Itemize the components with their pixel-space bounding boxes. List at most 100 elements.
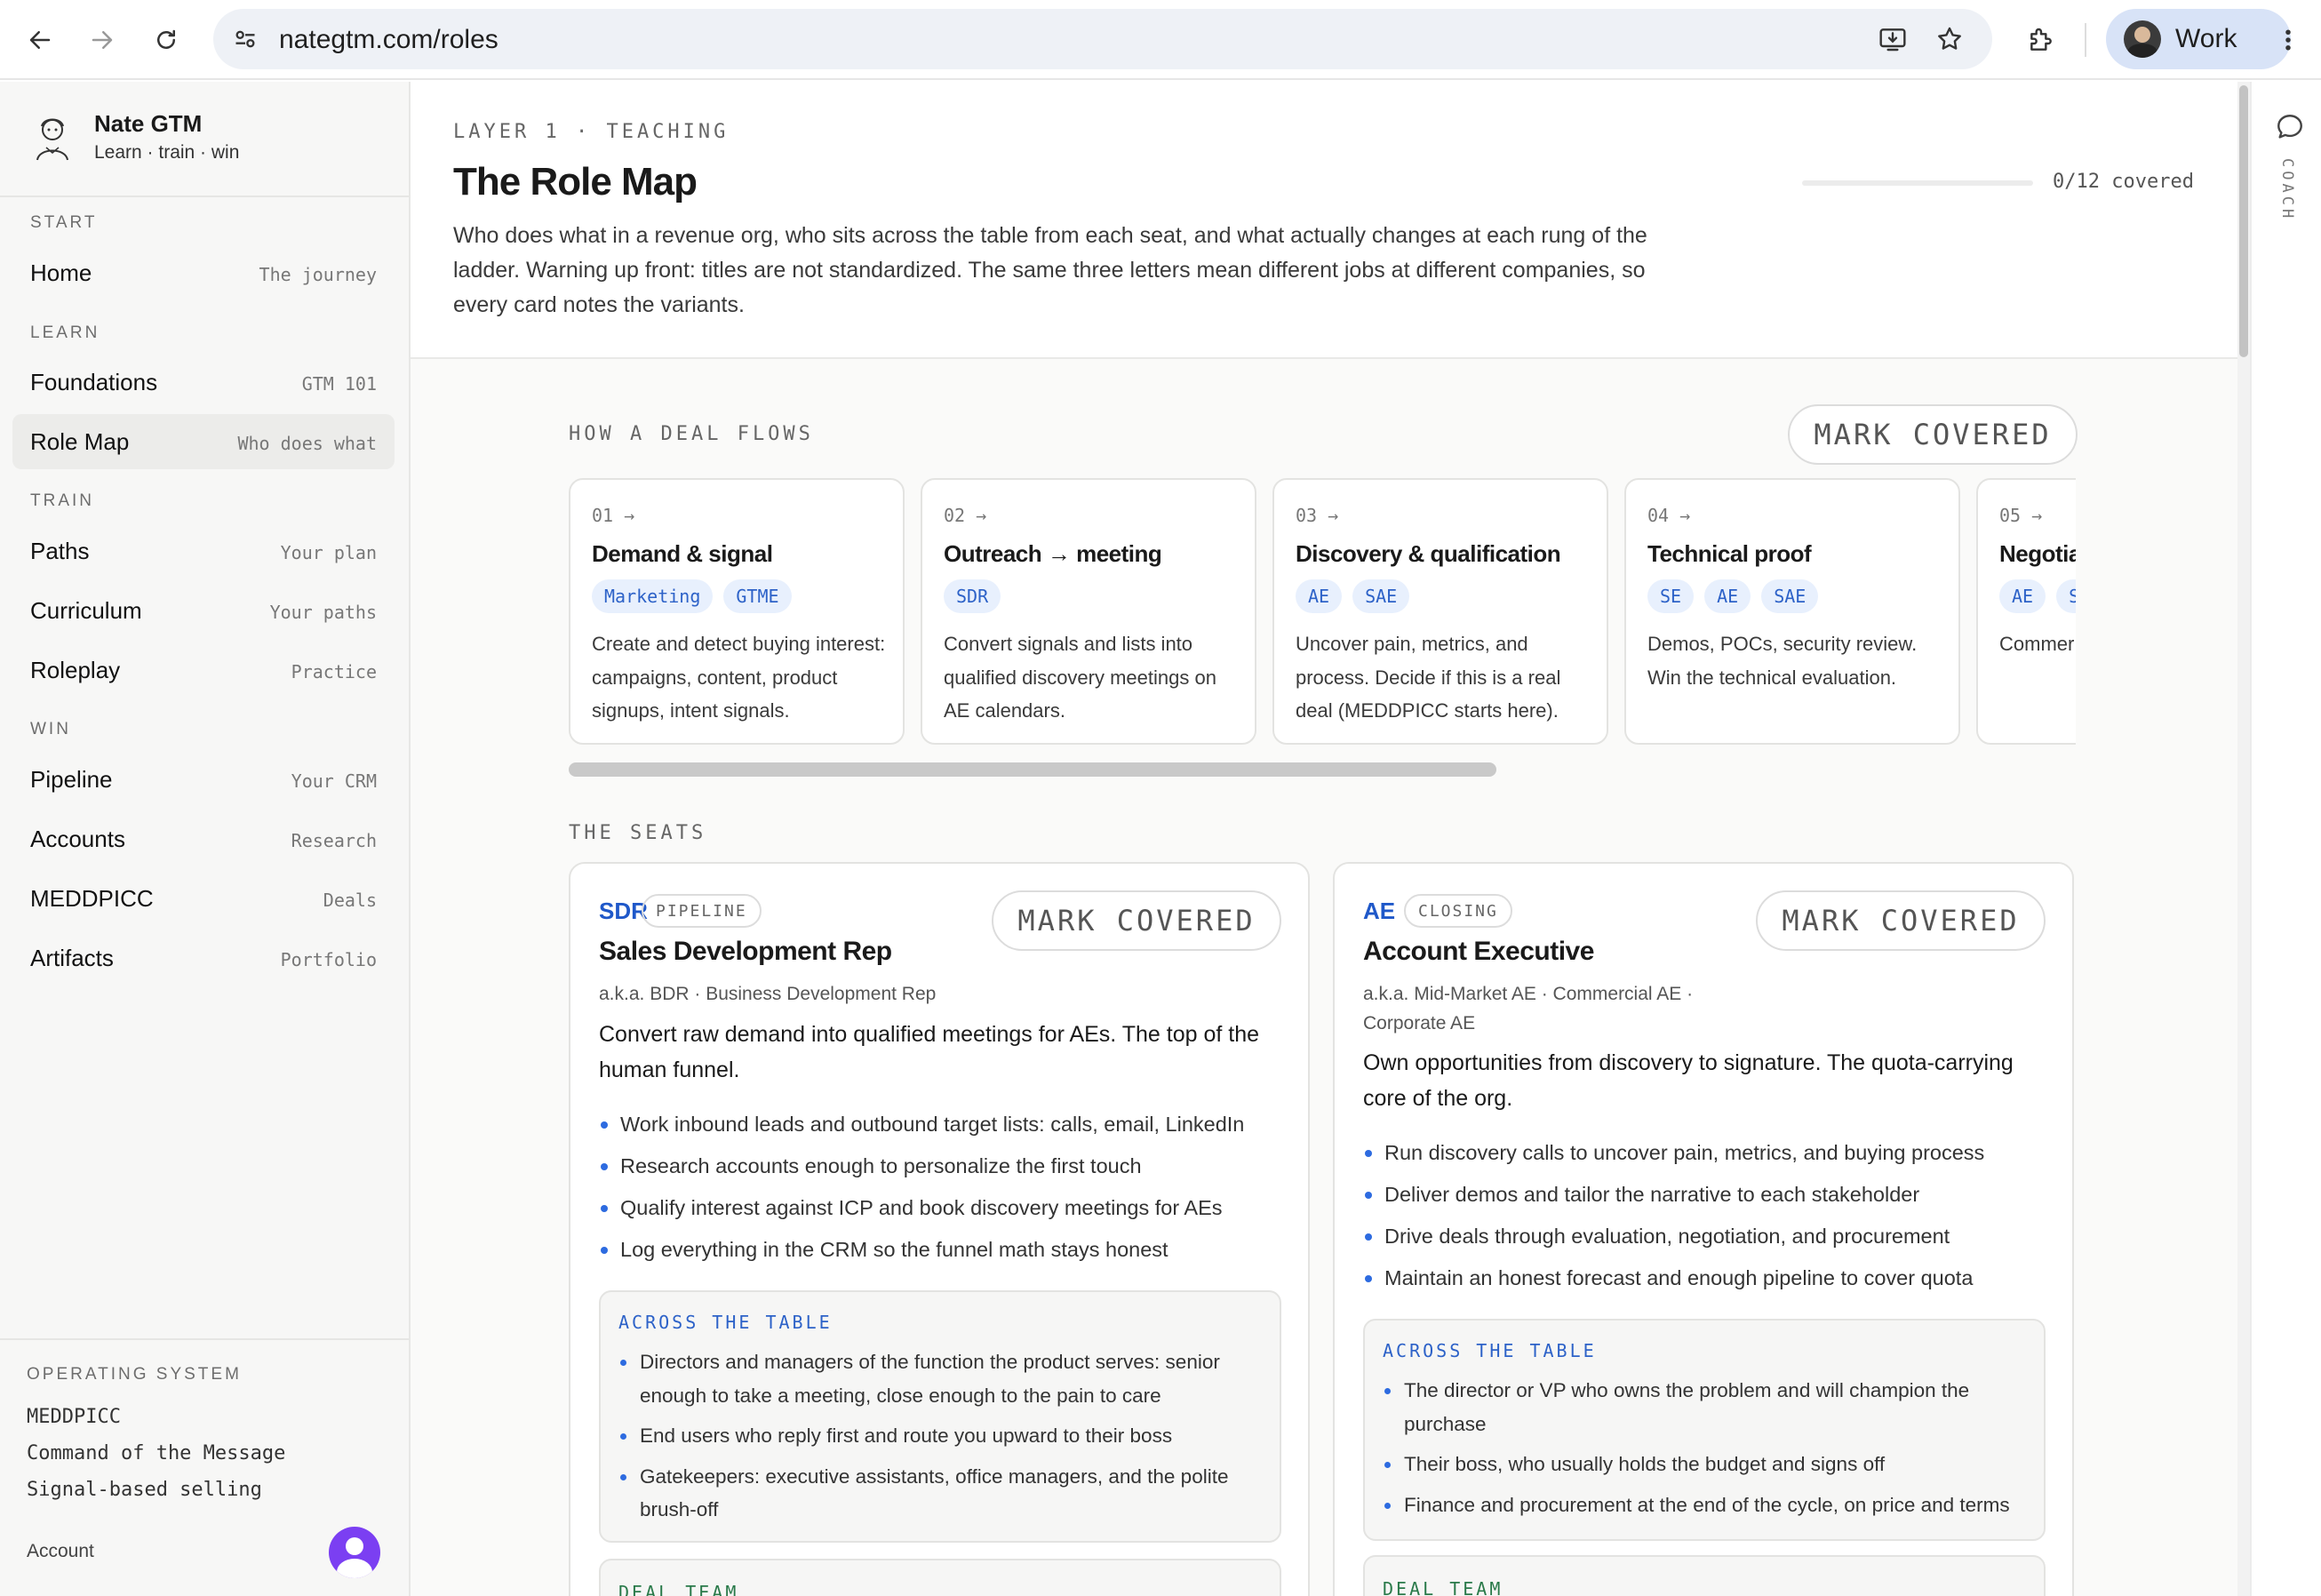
deal-flow-track[interactable]: 01 → Demand & signal Marketing GTME Crea… (569, 478, 2076, 745)
list-item: Maintain an honest forecast and enough p… (1363, 1257, 2056, 1299)
flow-step-title: Discovery & qualification (1296, 540, 1561, 567)
sidebar-item-label: Accounts (30, 826, 125, 852)
flow-step-description: Convert signals and lists into qualified… (944, 633, 1216, 722)
deal-team-box: DEAL TEAM (599, 1559, 1281, 1596)
list-item: Log everything in the CRM so the funnel … (599, 1229, 1292, 1271)
sidebar-item-label: MEDDPICC (30, 885, 154, 912)
flow-step-description: Create and detect buying interest: campa… (592, 633, 886, 722)
role-chip: SAE (1352, 579, 1410, 613)
seat-badge: CLOSING (1404, 894, 1512, 928)
seat-duties-list: Work inbound leads and outbound target l… (599, 1104, 1292, 1271)
operating-system-heading: OPERATING SYSTEM (27, 1365, 242, 1384)
site-settings-icon[interactable] (226, 20, 265, 59)
list-item: Work inbound leads and outbound target l… (599, 1104, 1292, 1145)
brand-name: Nate GTM (94, 110, 203, 137)
flow-step-title: Demand & signal (592, 540, 773, 567)
sidebar: Nate GTM Learn · train · win START Home … (0, 82, 411, 1596)
account-avatar[interactable] (329, 1527, 380, 1578)
sidebar-section-win: WIN (30, 720, 71, 738)
role-chip: S (2056, 579, 2076, 613)
role-chip: Marketing (592, 579, 714, 613)
deal-team-heading: DEAL TEAM (1383, 1578, 1503, 1596)
seat-aka: a.k.a. Mid-Market AE · Commercial AE · C… (1363, 984, 1694, 1033)
vertical-scrollbar-thumb[interactable] (2239, 85, 2248, 357)
brand[interactable]: Nate GTM Learn · train · win (27, 108, 239, 188)
across-the-table-heading: ACROSS THE TABLE (1383, 1340, 1597, 1361)
flow-step-number: 04 → (1647, 505, 1691, 526)
sidebar-item-label: Artifacts (30, 945, 114, 971)
sidebar-divider (0, 1338, 409, 1340)
kebab-menu-icon[interactable] (2266, 18, 2310, 62)
flow-step-card: 03 → Discovery & qualification AE SAE Un… (1272, 478, 1608, 745)
operating-system-link-command-of-the-message[interactable]: Command of the Message (27, 1442, 285, 1464)
sidebar-item-roleplay[interactable]: Roleplay Practice (12, 642, 395, 698)
sidebar-item-foundations[interactable]: Foundations GTM 101 (12, 355, 395, 410)
operating-system-link-meddpicc[interactable]: MEDDPICC (27, 1406, 121, 1428)
back-arrow-icon[interactable] (18, 18, 62, 62)
across-the-table-heading: ACROSS THE TABLE (618, 1312, 833, 1333)
flow-step-number: 05 → (1999, 505, 2043, 526)
sidebar-item-hint: Your CRM (291, 770, 377, 792)
sidebar-item-hint: Portfolio (280, 949, 377, 970)
deal-team-heading: DEAL TEAM (618, 1582, 739, 1596)
sidebar-section-train: TRAIN (30, 491, 94, 510)
profile-button[interactable]: Work (2106, 9, 2291, 69)
sidebar-item-label: Pipeline (30, 766, 113, 793)
page-lede: Who does what in a revenue org, who sits… (453, 223, 1647, 317)
flow-step-description: Commer procurer the loop. (1999, 633, 2076, 655)
flow-step-title: Negotia (1999, 540, 2076, 567)
brand-tagline: Learn · train · win (94, 142, 240, 163)
seat-mark-covered-button[interactable]: MARK COVERED (1756, 890, 2046, 951)
sidebar-item-pipeline[interactable]: Pipeline Your CRM (12, 752, 395, 807)
flow-mark-covered-button[interactable]: MARK COVERED (1788, 404, 2078, 465)
seat-card-sdr: SDR PIPELINE MARK COVERED Sales Developm… (569, 862, 1310, 1596)
sidebar-item-hint: Deals (323, 890, 377, 911)
list-item: Drive deals through evaluation, negotiat… (1363, 1216, 2056, 1257)
coach-rail[interactable]: COACH (2250, 82, 2321, 1596)
role-chip: GTME (723, 579, 792, 613)
sidebar-section-learn: LEARN (30, 323, 100, 342)
flow-horizontal-scrollbar[interactable] (569, 762, 1496, 777)
account-label[interactable]: Account (27, 1541, 94, 1562)
seat-summary: Convert raw demand into qualified meetin… (599, 1022, 1260, 1082)
sidebar-item-hint: Your paths (269, 602, 377, 623)
address-bar[interactable]: nategtm.com/roles (213, 9, 1992, 69)
install-app-icon[interactable] (1873, 20, 1912, 59)
sidebar-item-hint: The journey (259, 264, 377, 285)
progress-bar (1802, 180, 2033, 186)
deal-team-box: DEAL TEAM (1363, 1555, 2046, 1596)
sidebar-item-artifacts[interactable]: Artifacts Portfolio (12, 930, 395, 986)
sidebar-item-home[interactable]: Home The journey (12, 245, 395, 300)
list-item: The director or VP who owns the problem … (1383, 1374, 2031, 1440)
chat-bubble-icon[interactable] (2275, 112, 2305, 142)
progress-text: 0/12 covered (2053, 171, 2194, 193)
list-item: Their boss, who usually holds the budget… (1383, 1448, 2031, 1481)
browser-toolbar: nategtm.com/roles Work (0, 0, 2321, 80)
role-chip: SE (1647, 579, 1695, 613)
extensions-icon[interactable] (2019, 18, 2063, 62)
brand-logo (27, 110, 78, 162)
list-item: Run discovery calls to uncover pain, met… (1363, 1132, 2056, 1174)
role-chip: AE (1999, 579, 2046, 613)
sidebar-item-accounts[interactable]: Accounts Research (12, 811, 395, 866)
flow-step-title: Outreach → meeting (944, 540, 1162, 567)
reload-icon[interactable] (144, 18, 188, 62)
sidebar-item-hint: Practice (291, 661, 377, 682)
list-item: Directors and managers of the function t… (618, 1345, 1267, 1412)
operating-system-link-signal-based-selling[interactable]: Signal-based selling (27, 1479, 262, 1501)
url-text: nategtm.com/roles (279, 25, 498, 54)
sidebar-item-role-map[interactable]: Role Map Who does what (12, 414, 395, 469)
seat-mark-covered-button[interactable]: MARK COVERED (992, 890, 1281, 951)
sidebar-item-paths[interactable]: Paths Your plan (12, 523, 395, 579)
sidebar-item-hint: Research (291, 830, 377, 851)
sidebar-item-curriculum[interactable]: Curriculum Your paths (12, 583, 395, 638)
list-item: End users who reply first and route you … (618, 1419, 1267, 1453)
sidebar-item-meddpicc[interactable]: MEDDPICC Deals (12, 871, 395, 926)
bookmark-star-icon[interactable] (1930, 20, 1969, 59)
forward-arrow-icon[interactable] (80, 18, 124, 62)
page-title: The Role Map (453, 160, 698, 203)
seat-title: Sales Development Rep (599, 937, 892, 966)
flow-step-number: 01 → (592, 505, 635, 526)
seat-title: Account Executive (1363, 937, 1594, 966)
seat-summary: Own opportunities from discovery to sign… (1363, 1050, 2014, 1111)
